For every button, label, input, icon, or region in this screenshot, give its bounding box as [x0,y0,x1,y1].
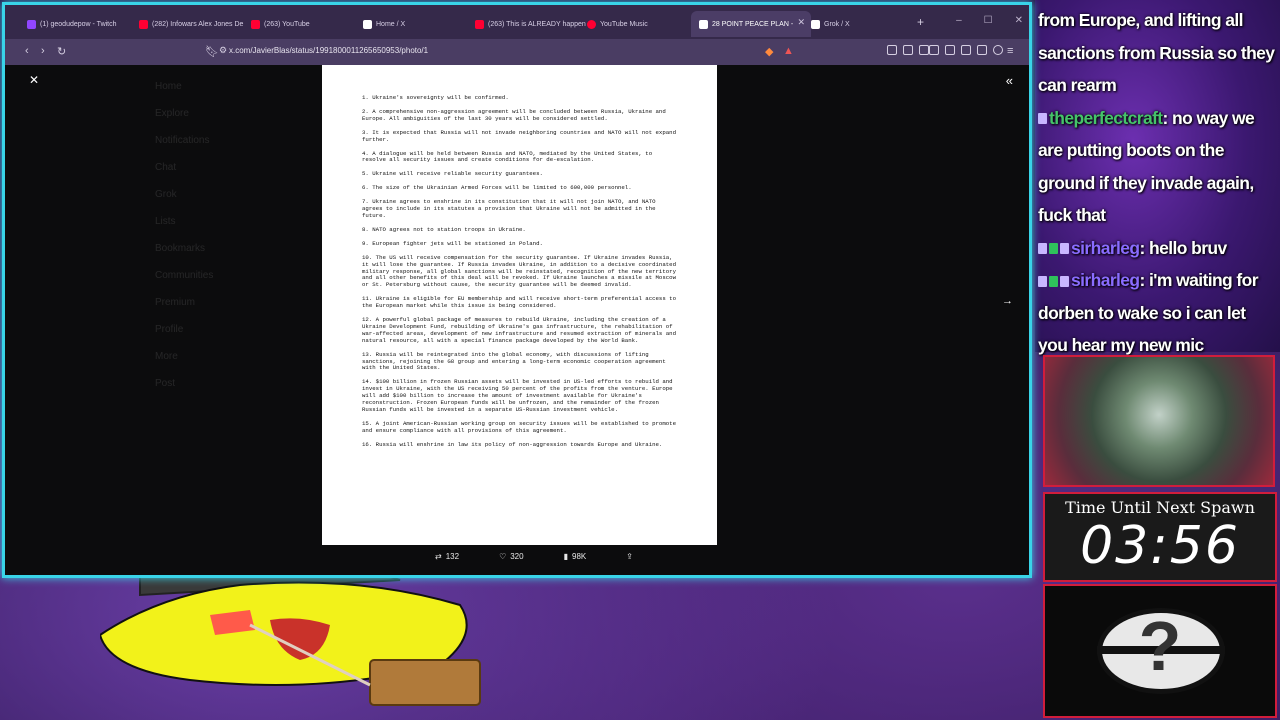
chat-badge-icon [1038,113,1047,125]
youtube-icon [139,19,148,29]
tab-x-home[interactable]: Home / X [355,11,475,37]
document-paragraph: 1. Ukraine's sovereignty will be confirm… [362,94,509,101]
verified-badge-icon [1049,243,1058,255]
document-paragraph: 4. A dialogue will be held between Russi… [362,149,653,164]
youtube-icon [251,19,260,29]
site-info-icon[interactable]: ⚙ [219,45,227,56]
document-paragraph: 2. A comprehensive non-aggression agreem… [362,107,666,122]
tab-youtube[interactable]: (263) YouTube [243,11,363,37]
chat-text: : hello bruv [1139,237,1228,258]
repost-button[interactable]: ⇄ 132 [435,552,459,561]
mystery-pokeball-panel: ? [1043,584,1277,718]
webcam-panel [1043,355,1275,487]
tab-youtube-music[interactable]: YouTube Music [579,11,699,37]
spawn-timer-panel: Time Until Next Spawn 03:56 [1043,492,1277,582]
document-paragraph: 10. The US will receive compensation for… [362,253,677,289]
brave-rewards-icon[interactable]: ▲ [783,45,794,57]
document-paragraph: 3. It is expected that Russia will not i… [362,128,677,143]
reload-icon[interactable]: ↻ [57,45,66,58]
chat-badge-icon [1038,275,1047,287]
document-paragraph: 15. A joint American-Russian working gro… [362,419,677,434]
photo-viewer: Home Explore Notifications Chat Grok Lis… [5,65,1029,575]
like-button[interactable]: ♡ 320 [499,552,524,561]
tab-youtube-video[interactable]: (263) This is ALREADY happen [467,11,587,37]
peace-plan-document: 1. Ukraine's sovereignty will be confirm… [322,65,717,545]
share-button[interactable]: ⇪ [626,552,633,561]
views-button[interactable]: ▮ 98K [564,552,587,561]
profile-icon[interactable] [993,45,1003,55]
brave-shield-icon[interactable]: ◆ [765,45,773,58]
chat-username: sirharleg [1071,237,1140,258]
youtube-icon [475,19,484,29]
menu-icon[interactable]: ≡ [1007,45,1013,57]
share-icon: ⇪ [626,552,633,561]
tab-twitch[interactable]: (1) geodudepow - Twitch [19,11,139,37]
timer-value: 03:56 [1080,516,1240,576]
post-actions: ⇄ 132 ♡ 320 ▮ 98K ⇪ [435,552,633,561]
media-icon[interactable] [929,45,939,55]
new-tab-icon[interactable]: + [917,15,924,29]
repost-icon: ⇄ [435,552,442,561]
address-bar-row: ‹ › ↻ 🔖︎ ⚙ x.com/JavierBlas/status/19918… [5,39,1029,65]
document-paragraph: 8. NATO agrees not to station troops in … [362,225,526,233]
x-icon [699,19,708,29]
x-icon [363,19,372,29]
sidebar-icon[interactable] [945,45,955,55]
verified-badge-icon [1049,275,1058,287]
document-paragraph: 11. Ukraine is eligible for EU membershi… [362,295,677,310]
stream-chat: from Europe, and lifting all sanctions f… [1038,4,1278,355]
close-viewer-icon[interactable]: ✕ [29,73,39,87]
bookmark-icon[interactable]: 🔖︎ [205,45,219,58]
document-paragraph: 9. European fighter jets will be station… [362,239,543,247]
tab-strip: (1) geodudepow - Twitch (282) Infowars A… [5,5,1029,39]
collapse-sidebar-icon[interactable]: « [1006,73,1013,88]
document-paragraph: 6. The size of the Ukrainian Armed Force… [362,184,632,192]
next-photo-icon[interactable]: → [1002,295,1013,307]
extension-icon[interactable] [887,45,897,55]
document-paragraph: 14. $100 billion in frozen Russian asset… [362,378,673,413]
chat-username: theperfectcraft [1049,107,1163,128]
tab-infowars[interactable]: (282) Infowars Alex Jones De [131,11,251,37]
download-icon[interactable] [919,45,929,55]
wallet-icon[interactable] [961,45,971,55]
forward-icon[interactable]: › [41,45,45,57]
chat-message: sirharleg: i'm waiting for dorben to wak… [1038,264,1278,362]
heart-icon: ♡ [499,552,507,561]
browser-window: (1) geodudepow - Twitch (282) Infowars A… [2,2,1032,578]
sub-badge-icon [1060,275,1069,287]
minimize-icon[interactable]: – [956,15,962,26]
twitch-icon [27,19,36,29]
document-paragraph: 5. Ukraine will receive reliable securit… [362,170,543,178]
x-icon [811,19,820,29]
screenshot-icon[interactable] [903,45,913,55]
document-paragraph: 12. A powerful global package of measure… [362,316,677,344]
views-icon: ▮ [563,552,568,561]
document-paragraph: 7. Ukraine agrees to enshrine in its con… [362,198,656,219]
chat-message-continued: from Europe, and lifting all sanctions f… [1038,10,1275,95]
timer-label: Time Until Next Spawn [1065,498,1255,517]
close-window-icon[interactable]: ✕ [1015,15,1023,26]
url-field[interactable]: x.com/JavierBlas/status/1991800011265650… [229,46,428,55]
chat-badge-icon [1038,243,1047,255]
document-paragraph: 16. Russia will enshrine in law its poli… [362,440,663,448]
tab-peace-plan[interactable]: 28 POINT PEACE PLAN - ✕ [691,11,811,37]
sub-badge-icon [1060,243,1069,255]
chat-message: theperfectcraft: no way we are putting b… [1038,102,1278,232]
window-controls: – ☐ ✕ [956,15,1023,26]
tab-grok[interactable]: Grok / X [803,11,923,37]
youtube-music-icon [587,19,596,29]
question-mark-icon: ? [1138,607,1182,685]
chat-message: sirharleg: hello bruv [1038,232,1278,265]
document-paragraph: 13. Russia will be reintegrated into the… [362,350,666,372]
back-icon[interactable]: ‹ [25,45,29,57]
chat-username: sirharleg [1071,270,1140,290]
maximize-icon[interactable]: ☐ [984,15,993,26]
vpn-icon[interactable] [977,45,987,55]
